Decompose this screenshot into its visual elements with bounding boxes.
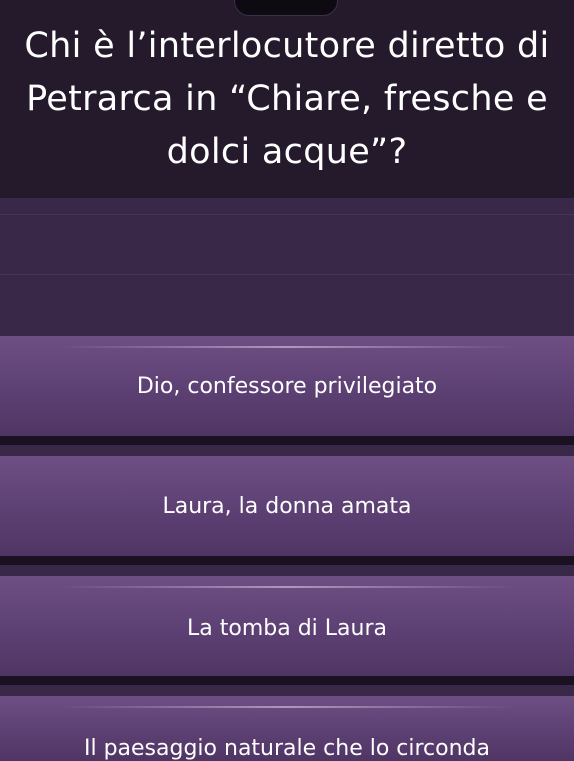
question-panel: Chi è l’interlocutore diretto di Petrarc… xyxy=(0,0,574,198)
answer-label: La tomba di Laura xyxy=(187,616,387,641)
answer-button-3[interactable]: La tomba di Laura xyxy=(0,576,574,676)
answer-label: Dio, confessore privilegiato xyxy=(136,374,438,399)
spacer-band xyxy=(0,198,574,336)
answer-label: Il paesaggio naturale che lo circonda xyxy=(83,736,491,761)
answer-button-2[interactable]: Laura, la donna amata xyxy=(0,456,574,556)
answer-divider xyxy=(0,436,574,456)
question-text: Chi è l’interlocutore diretto di Petrarc… xyxy=(24,26,550,172)
answer-sheen xyxy=(60,706,514,708)
answer-sheen xyxy=(60,586,514,588)
answer-sheen xyxy=(60,346,514,348)
answer-divider xyxy=(0,676,574,696)
quiz-screen: Chi è l’interlocutore diretto di Petrarc… xyxy=(0,0,574,761)
answer-label: Laura, la donna amata xyxy=(162,494,412,519)
answer-button-4[interactable]: Il paesaggio naturale che lo circonda xyxy=(0,696,574,761)
answer-divider xyxy=(0,556,574,576)
progress-indicator xyxy=(234,0,338,16)
answer-button-1[interactable]: Dio, confessore privilegiato xyxy=(0,336,574,436)
